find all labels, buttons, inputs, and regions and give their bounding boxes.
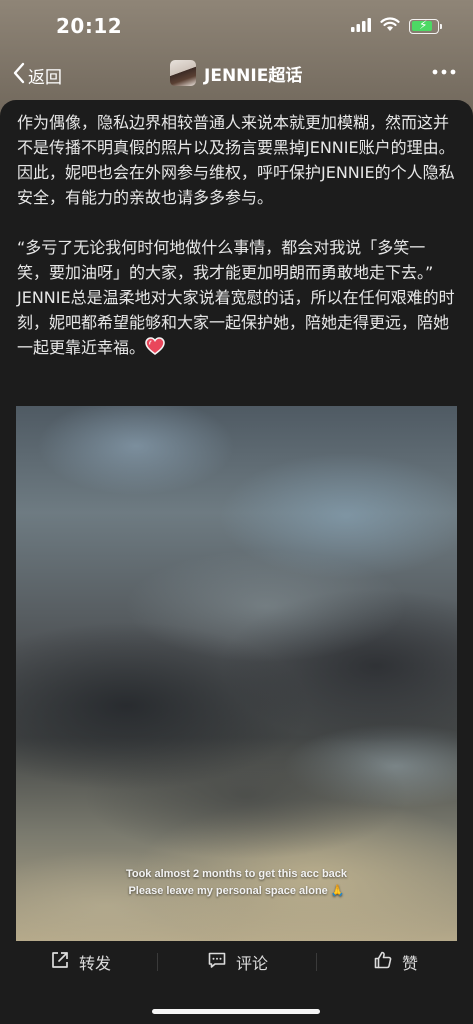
back-label: 返回 <box>28 67 62 88</box>
like-button[interactable]: 赞 <box>373 949 418 975</box>
charging-bolt-icon: ⚡ <box>419 17 428 32</box>
comment-icon <box>207 950 227 974</box>
heart-icon <box>145 337 165 362</box>
share-icon <box>50 950 70 974</box>
battery-cap <box>440 23 442 29</box>
divider <box>157 953 158 971</box>
image-caption-line-1: Took almost 2 months to get this acc bac… <box>125 868 348 880</box>
post-image[interactable]: Took almost 2 months to get this acc bac… <box>16 406 457 941</box>
comment-button[interactable]: 评论 <box>207 949 268 975</box>
avatar <box>170 60 196 86</box>
battery-icon: ⚡ <box>409 17 442 34</box>
home-indicator[interactable] <box>152 1009 320 1014</box>
image-caption: Took almost 2 months to get this acc bac… <box>16 866 457 900</box>
thumbs-up-icon <box>373 950 393 974</box>
post-card: 作为偶像，隐私边界相较普通人来说本就更加模糊，然而这并不是传播不明真假的照片以及… <box>0 100 473 941</box>
post-paragraph-2: “多亏了无论我何时何地做什么事情，都会对我说「多笑一笑，要加油呀」的大家，我才能… <box>17 235 457 362</box>
action-bar: 转发 评论 赞 <box>0 941 473 1024</box>
more-button[interactable] <box>431 62 457 86</box>
more-icon <box>431 67 457 86</box>
signal-icon <box>351 17 371 36</box>
divider <box>316 953 317 971</box>
chevron-left-icon <box>12 62 26 88</box>
nav-bar: 返回 JENNIE超话 <box>0 52 473 98</box>
back-button[interactable]: 返回 <box>12 62 62 88</box>
like-label: 赞 <box>402 954 419 973</box>
image-caption-line-2: Please leave my personal space alone 🙏 <box>128 885 345 897</box>
share-label: 转发 <box>79 954 112 973</box>
topic-header[interactable]: JENNIE超话 <box>170 60 302 86</box>
wifi-icon <box>380 16 400 36</box>
post-paragraph-2-text: “多亏了无论我何时何地做什么事情，都会对我说「多笑一笑，要加油呀」的大家，我才能… <box>17 238 455 357</box>
status-time: 20:12 <box>56 14 123 38</box>
page-title: JENNIE超话 <box>204 65 303 86</box>
screen: 20:12 ⚡ 返回 JENNIE超话 作为偶像，隐私边界相较普通人来说本就更加… <box>0 0 473 1024</box>
post-body: 作为偶像，隐私边界相较普通人来说本就更加模糊，然而这并不是传播不明真假的照片以及… <box>17 110 457 362</box>
comment-label: 评论 <box>236 954 269 973</box>
share-button[interactable]: 转发 <box>50 949 111 975</box>
status-icons: ⚡ <box>351 16 442 36</box>
post-paragraph-1: 作为偶像，隐私边界相较普通人来说本就更加模糊，然而这并不是传播不明真假的照片以及… <box>17 113 455 207</box>
status-bar: 20:12 ⚡ <box>0 0 473 48</box>
